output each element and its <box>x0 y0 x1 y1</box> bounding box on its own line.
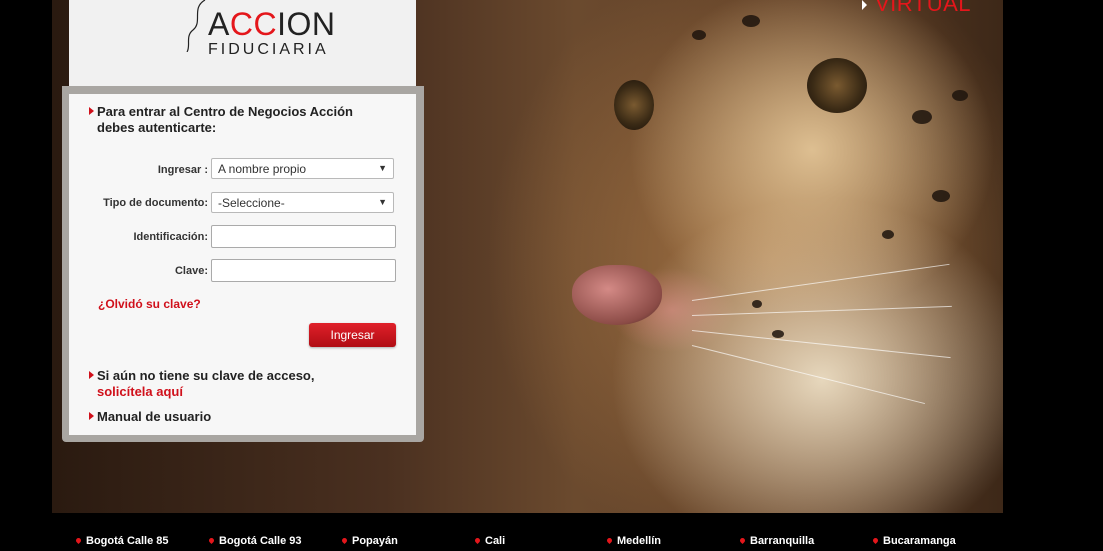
intro-line1: Para entrar al Centro de Negocios Acción <box>97 104 353 119</box>
ingresar-select-value: A nombre propio <box>218 162 307 176</box>
office-name: Bogotá Calle 93 <box>219 535 302 547</box>
office-name: Medellín <box>617 535 662 547</box>
leopard-whisker <box>691 305 952 316</box>
office-name: Cali <box>485 535 506 547</box>
request-key-link[interactable]: solicítela aquí <box>89 384 314 400</box>
leopard-spot <box>692 30 706 40</box>
office-link[interactable]: Bogotá Calle 93 <box>207 535 302 547</box>
ingresar-label: Ingresar : <box>157 164 208 176</box>
office-link[interactable]: Cali <box>473 535 506 547</box>
identificacion-label: Identificación: <box>133 231 208 243</box>
map-pin-icon <box>207 536 216 545</box>
leopard-nose <box>572 265 662 325</box>
office-link[interactable]: Bogotá Calle 85 <box>74 535 169 547</box>
login-intro: Para entrar al Centro de Negocios Acción… <box>89 104 399 136</box>
map-pin-icon <box>871 536 880 545</box>
leopard-spot <box>882 230 894 239</box>
leopard-spot <box>932 190 950 202</box>
logo-subtitle: FIDUCIARIA <box>208 41 329 58</box>
leopard-spot <box>742 15 760 27</box>
office-name: Popayán <box>352 535 398 547</box>
forgot-password-link[interactable]: ¿Olvidó su clave? <box>98 297 201 311</box>
leopard-eye-left <box>614 80 654 130</box>
office-name: Bucaramanga <box>883 535 956 547</box>
office-name: Barranquilla <box>750 535 815 547</box>
arrow-right-icon <box>89 107 94 115</box>
logo-letters-cc: CC <box>229 6 278 42</box>
leopard-spot <box>752 300 762 308</box>
office-link[interactable]: Bucaramanga <box>871 535 956 547</box>
triangle-icon <box>862 0 867 11</box>
leopard-spot <box>912 110 932 124</box>
clave-label: Clave: <box>174 265 208 277</box>
tipo-documento-select[interactable]: -Seleccione- ▼ <box>211 192 394 213</box>
chevron-down-icon: ▼ <box>378 163 387 173</box>
virtual-text: VIRTUAL <box>875 0 972 16</box>
office-link[interactable]: Barranquilla <box>738 535 815 547</box>
clave-input[interactable] <box>211 259 396 282</box>
map-pin-icon <box>74 536 83 545</box>
leopard-whisker <box>691 263 950 301</box>
arrow-right-icon <box>89 412 94 420</box>
logo-letter-a: A <box>208 6 230 42</box>
request-access-block: Si aún no tiene su clave de acceso, soli… <box>89 368 314 400</box>
manual-usuario[interactable]: Manual de usuario <box>89 409 211 424</box>
map-pin-icon <box>605 536 614 545</box>
office-link[interactable]: Medellín <box>605 535 662 547</box>
manual-usuario-link[interactable]: Manual de usuario <box>97 409 211 424</box>
logo-area: ACCION FIDUCIARIA <box>69 0 416 86</box>
leopard-eye-right <box>807 58 867 113</box>
map-pin-icon <box>738 536 747 545</box>
tipo-documento-select-value: -Seleccione- <box>218 196 285 210</box>
tipo-documento-label: Tipo de documento: <box>103 197 208 209</box>
ingresar-button[interactable]: Ingresar <box>309 323 396 347</box>
office-link[interactable]: Popayán <box>340 535 398 547</box>
footer-offices: Bogotá Calle 85 Bogotá Calle 93 Popayán … <box>0 513 1103 551</box>
logo-letters-ion: ION <box>277 6 336 42</box>
leopard-spot <box>772 330 784 338</box>
arrow-right-icon <box>89 371 94 379</box>
leopard-spot <box>952 90 968 101</box>
leopard-whisker <box>691 345 925 405</box>
map-pin-icon <box>340 536 349 545</box>
map-pin-icon <box>473 536 482 545</box>
virtual-label: VIRTUAL <box>862 0 971 17</box>
chevron-down-icon: ▼ <box>378 197 387 207</box>
identificacion-input[interactable] <box>211 225 396 248</box>
ingresar-select[interactable]: A nombre propio ▼ <box>211 158 394 179</box>
logo-wordmark: ACCION <box>208 6 335 43</box>
office-name: Bogotá Calle 85 <box>86 535 169 547</box>
no-key-text: Si aún no tiene su clave de acceso, <box>97 368 315 383</box>
intro-line2: debes autenticarte: <box>97 120 217 135</box>
